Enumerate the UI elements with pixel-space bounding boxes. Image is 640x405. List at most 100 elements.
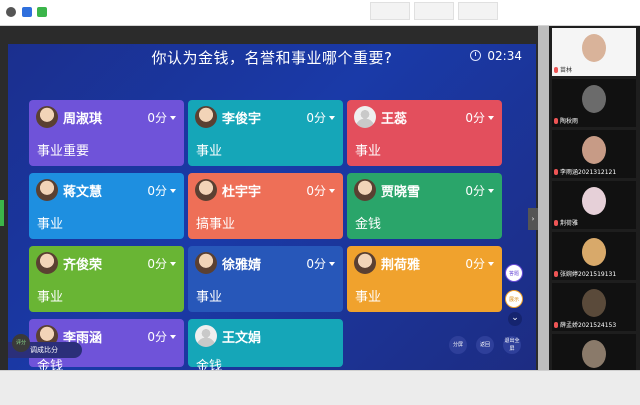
shield-icon[interactable] (22, 7, 32, 17)
mic-icon (554, 322, 558, 328)
answer-card[interactable]: 周淑琪 0分 事业重要 (29, 100, 184, 166)
score-value: 0分 (147, 257, 167, 271)
left-edge-marker (0, 200, 4, 226)
caret-down-icon (488, 189, 494, 193)
answer-text: 事业 (196, 144, 223, 159)
score-dropdown[interactable]: 0分 (465, 182, 494, 199)
caret-down-icon (329, 189, 335, 193)
participant-name: 薛孟娇2021524153 (560, 322, 617, 329)
participant-label: 陶秋雨 (554, 116, 578, 125)
minimize-button[interactable] (370, 2, 410, 20)
chevron-down-icon[interactable]: ⌄ (508, 312, 522, 326)
avatar (195, 252, 217, 274)
restore-button[interactable] (414, 2, 454, 20)
participant-tile[interactable]: 李雨涵2021312121 (552, 130, 636, 178)
answer-card[interactable]: 徐雅婧 0分事业 (188, 246, 343, 312)
caret-down-icon (488, 262, 494, 266)
student-name: 杜宇宇 (222, 185, 262, 200)
score-dropdown[interactable]: 0分 (306, 255, 335, 272)
participant-tile[interactable]: 陶秋雨 (552, 79, 636, 127)
participant-label: 薛孟娇2021524153 (554, 320, 616, 329)
shared-screen: 你认为金钱，名誉和事业哪个重要? 02:34 周淑琪 0分 事业重要 李俊宇 0分 事业王… (8, 44, 536, 370)
score-dropdown[interactable]: 0分 (147, 255, 176, 272)
split-screen-button[interactable]: 分屏 (449, 336, 467, 354)
student-name: 李俊宇 (222, 112, 262, 127)
student-name: 王蕊 (381, 112, 408, 127)
participant-tile[interactable]: 荆荷雅 (552, 181, 636, 229)
timer-value: 02:34 (487, 49, 522, 63)
avatar (354, 252, 376, 274)
question-title: 你认为金钱，名誉和事业哪个重要? (151, 49, 393, 67)
answer-card[interactable]: 齐俊荣 0分事业 (29, 246, 184, 312)
caret-down-icon (170, 189, 176, 193)
answer-card[interactable]: 杜宇宇 0分 搞事业 (188, 173, 343, 239)
participant-video (582, 187, 606, 215)
participant-tile[interactable]: 苗林 (552, 28, 636, 76)
answer-card[interactable]: 荆荷雅 0分 事业 (347, 246, 502, 312)
exit-fullscreen-button[interactable]: 退出全屏 (503, 336, 521, 354)
mic-icon (554, 118, 558, 124)
score-dropdown[interactable]: 0分 (147, 182, 176, 199)
top-toolbar (0, 0, 640, 26)
score-dropdown[interactable]: 0分 (147, 109, 176, 126)
answer-float-button[interactable]: 答题 (505, 264, 523, 282)
score-dropdown[interactable]: 0分 (147, 328, 176, 345)
score-dropdown[interactable]: 0分 (465, 255, 494, 272)
collapse-panel-handle[interactable]: › (528, 208, 538, 230)
participant-name: 荆荷雅 (560, 220, 579, 227)
answer-text: 事业重要 (37, 144, 90, 159)
screen-scrollbar[interactable] (538, 26, 549, 380)
student-name: 徐雅婧 (222, 258, 262, 273)
caret-down-icon (329, 116, 335, 120)
bottom-bar (0, 370, 640, 405)
signal-icon[interactable] (37, 7, 47, 17)
participant-tile[interactable]: 张婉婷2021519131 (552, 232, 636, 280)
participant-name: 张婉婷2021519131 (560, 271, 617, 278)
answer-card[interactable]: 王蕊 0分 事业 (347, 100, 502, 166)
participant-video (582, 34, 606, 62)
countdown-timer: 02:34 (470, 49, 522, 63)
avatar (36, 179, 58, 201)
caret-down-icon (170, 262, 176, 266)
mic-icon (554, 271, 558, 277)
answer-text: 事业 (196, 290, 223, 305)
answer-card[interactable]: 贾晓雪 0分 金钱 (347, 173, 502, 239)
participant-video (582, 238, 606, 266)
answer-card[interactable]: 蒋文慧 0分事业 (29, 173, 184, 239)
answer-card[interactable]: 李俊宇 0分事业 (188, 100, 343, 166)
score-value: 0分 (465, 184, 485, 198)
info-icon[interactable] (6, 7, 16, 17)
student-name: 王文娟 (222, 331, 262, 346)
answer-text: 事业 (37, 290, 64, 305)
answer-text: 事业 (37, 217, 64, 232)
close-button[interactable] (458, 2, 498, 20)
avatar (195, 106, 217, 128)
score-dropdown[interactable]: 0分 (306, 109, 335, 126)
show-float-button[interactable]: 展示 (505, 290, 523, 308)
participant-label: 李雨涵2021312121 (554, 167, 616, 176)
score-value: 0分 (306, 111, 326, 125)
student-name: 蒋文慧 (63, 185, 103, 200)
participant-name: 陶秋雨 (560, 118, 579, 125)
caret-down-icon (170, 335, 176, 339)
score-dropdown[interactable]: 0分 (306, 182, 335, 199)
participant-video (582, 85, 606, 113)
mic-icon (554, 169, 558, 175)
score-badge[interactable]: 评分 (12, 334, 30, 352)
answer-text: 事业 (355, 290, 382, 305)
avatar (195, 179, 217, 201)
score-dropdown[interactable]: 0分 (465, 109, 494, 126)
caret-down-icon (170, 116, 176, 120)
back-button[interactable]: 返回 (476, 336, 494, 354)
mic-icon (554, 220, 558, 226)
score-value: 0分 (465, 111, 485, 125)
participant-tile[interactable]: 薛孟娇2021524153 (552, 283, 636, 331)
score-toggle-label: 调成比分 (30, 346, 58, 354)
answer-card[interactable]: 王文娟 金钱 (188, 319, 343, 370)
clock-icon (470, 50, 482, 61)
participant-name: 苗林 (560, 67, 573, 74)
score-value: 0分 (147, 111, 167, 125)
student-name: 齐俊荣 (63, 258, 103, 273)
avatar (36, 252, 58, 274)
score-value: 0分 (306, 257, 326, 271)
